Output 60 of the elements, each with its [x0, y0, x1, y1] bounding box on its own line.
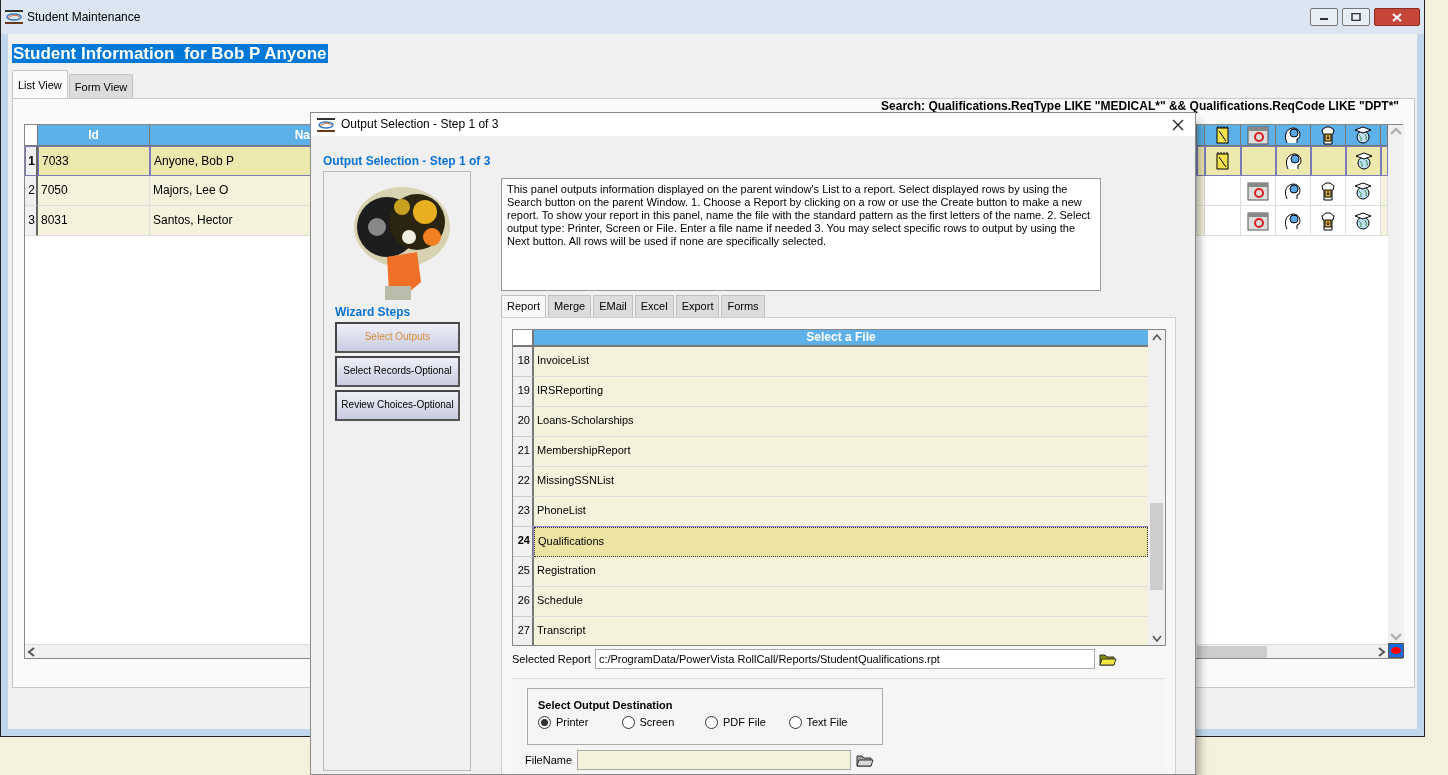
file-row[interactable]: Schedule: [534, 586, 1148, 617]
file-row[interactable]: InvoiceList: [534, 346, 1148, 377]
wizard-step-button[interactable]: Review Choices-Optional: [335, 389, 460, 421]
row-number: 3: [25, 206, 38, 237]
row-number: 20: [513, 406, 534, 437]
option-label: Text File: [806, 716, 848, 730]
row-number: 26: [513, 586, 534, 617]
radio-option[interactable]: PDF File: [705, 716, 789, 730]
report-path-field[interactable]: c:/ProgramData/PowerVista RollCall/Reports/StudentQualifications.rpt: [594, 649, 1095, 670]
row-number: 19: [513, 376, 534, 407]
row-number: 2: [25, 176, 38, 207]
table-cell: Santos, Hector: [150, 206, 311, 237]
row-number: 25: [513, 556, 534, 587]
row-number: 23: [513, 496, 534, 527]
column-header: Id: [38, 125, 150, 147]
file-row[interactable]: Registration: [534, 556, 1148, 587]
table-cell: Anyone, Bob P: [150, 146, 311, 177]
file-row[interactable]: PhoneList: [534, 496, 1148, 527]
option-label: Printer: [556, 716, 589, 730]
file-row[interactable]: MembershipReport: [534, 436, 1148, 467]
output-tab[interactable]: Excel: [634, 295, 674, 318]
wizard-heading: Output Selection - Step 1 of 3: [323, 154, 491, 169]
window-title: Student Maintenance: [27, 9, 141, 25]
table-cell: 8031: [38, 206, 150, 237]
wizard-step-button[interactable]: Select Records-Optional: [335, 355, 460, 387]
table-cell: Majors, Lee O: [150, 176, 311, 207]
field-label: Selected Report: [512, 652, 591, 666]
row-number: 22: [513, 466, 534, 497]
radio-option[interactable]: Printer: [538, 716, 622, 730]
view-tab[interactable]: Form View: [68, 74, 134, 99]
file-row[interactable]: Transcript: [534, 616, 1148, 646]
table-cell: 7033: [38, 146, 150, 177]
row-number: 27: [513, 616, 534, 646]
view-tab[interactable]: List View: [12, 70, 68, 99]
row-number: 21: [513, 436, 534, 467]
field-label: FileName: [525, 753, 573, 767]
column-header: Select a File: [534, 330, 1148, 347]
search-filter-text: Search: Qualifications.ReqType LIKE "MEDICAL*" && Qualifications.ReqCode LIKE "DPT*": [880, 99, 1400, 114]
output-tab[interactable]: Export: [675, 295, 720, 318]
radio-option[interactable]: Screen: [621, 716, 705, 730]
output-tab[interactable]: EMail: [593, 295, 633, 318]
dialog-title: Output Selection - Step 1 of 3: [341, 117, 499, 132]
output-tab[interactable]: Merge: [548, 295, 592, 318]
file-row[interactable]: Loans-Scholarships: [534, 406, 1148, 437]
row-number: 1: [25, 146, 38, 177]
wizard-steps-label: Wizard Steps: [335, 305, 411, 320]
option-label: PDF File: [723, 716, 766, 730]
output-tab[interactable]: Forms: [721, 295, 765, 318]
option-label: Screen: [639, 716, 675, 730]
group-title: Select Output Destination: [538, 699, 674, 713]
file-row[interactable]: MissingSSNList: [534, 466, 1148, 497]
column-header: Na: [150, 125, 311, 147]
page-heading: Student Information for Bob P Anyone: [12, 44, 328, 63]
radio-option[interactable]: Text File: [788, 716, 872, 730]
table-cell: 7050: [38, 176, 150, 207]
file-row[interactable]: Qualifications: [534, 526, 1148, 557]
description-text: This panel outputs information displayed on the parent window's List to a report. Select displayed rows by using the Search button on the parent Window. 1. Choose a Report by clicking on a row or use the Create button to make a new report. To show your report in this panel, name the file with the standard pattern as the first letters of the name. 2. Select output type: Printer, Screen or File. Enter a file name if needed 3. You may select specific rows to output by using the Next button. All rows will be used if none are specifically selected.: [501, 178, 1101, 291]
output-tab[interactable]: Report: [501, 295, 547, 318]
file-row[interactable]: IRSReporting: [534, 376, 1148, 407]
row-number: 18: [513, 346, 534, 377]
